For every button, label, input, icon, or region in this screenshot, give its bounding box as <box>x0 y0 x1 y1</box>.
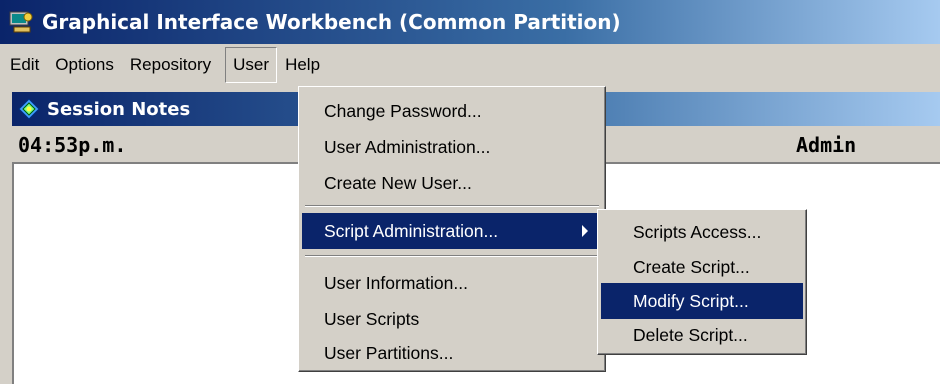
menu-user-scripts[interactable]: User Scripts <box>302 301 602 337</box>
app-title: Graphical Interface Workbench (Common Pa… <box>42 10 621 34</box>
notes-icon <box>18 98 40 120</box>
menu-scripts-access[interactable]: Scripts Access... <box>601 214 803 250</box>
session-notes-title: Session Notes <box>47 98 191 120</box>
session-time: 04:53p.m. <box>18 133 127 157</box>
menu-modify-script[interactable]: Modify Script... <box>601 283 803 319</box>
menu-help[interactable]: Help <box>277 47 328 83</box>
menu-separator <box>305 255 599 257</box>
menu-repository[interactable]: Repository <box>122 47 219 83</box>
menu-edit[interactable]: Edit <box>2 47 47 83</box>
menu-bar: Edit Options Repository User Help <box>0 44 940 86</box>
menu-options[interactable]: Options <box>47 47 122 83</box>
user-menu: Change Password... User Administration..… <box>298 86 606 372</box>
menu-script-administration[interactable]: Script Administration... <box>302 213 602 249</box>
menu-separator <box>305 205 599 207</box>
menu-delete-script[interactable]: Delete Script... <box>601 317 803 353</box>
script-submenu: Scripts Access... Create Script... Modif… <box>597 209 807 355</box>
menu-user-information[interactable]: User Information... <box>302 265 602 301</box>
menu-create-script[interactable]: Create Script... <box>601 249 803 285</box>
menu-create-new-user[interactable]: Create New User... <box>302 165 602 201</box>
menu-user-administration[interactable]: User Administration... <box>302 129 602 165</box>
session-user: Admin <box>796 133 857 157</box>
menu-user-partitions[interactable]: User Partitions... <box>302 335 602 371</box>
submenu-arrow-icon <box>582 225 588 237</box>
menu-change-password[interactable]: Change Password... <box>302 93 602 129</box>
menu-script-administration-label: Script Administration... <box>324 221 499 241</box>
menu-user[interactable]: User <box>225 46 278 83</box>
app-title-bar[interactable]: Graphical Interface Workbench (Common Pa… <box>0 0 940 44</box>
workbench-app-icon <box>8 9 34 35</box>
